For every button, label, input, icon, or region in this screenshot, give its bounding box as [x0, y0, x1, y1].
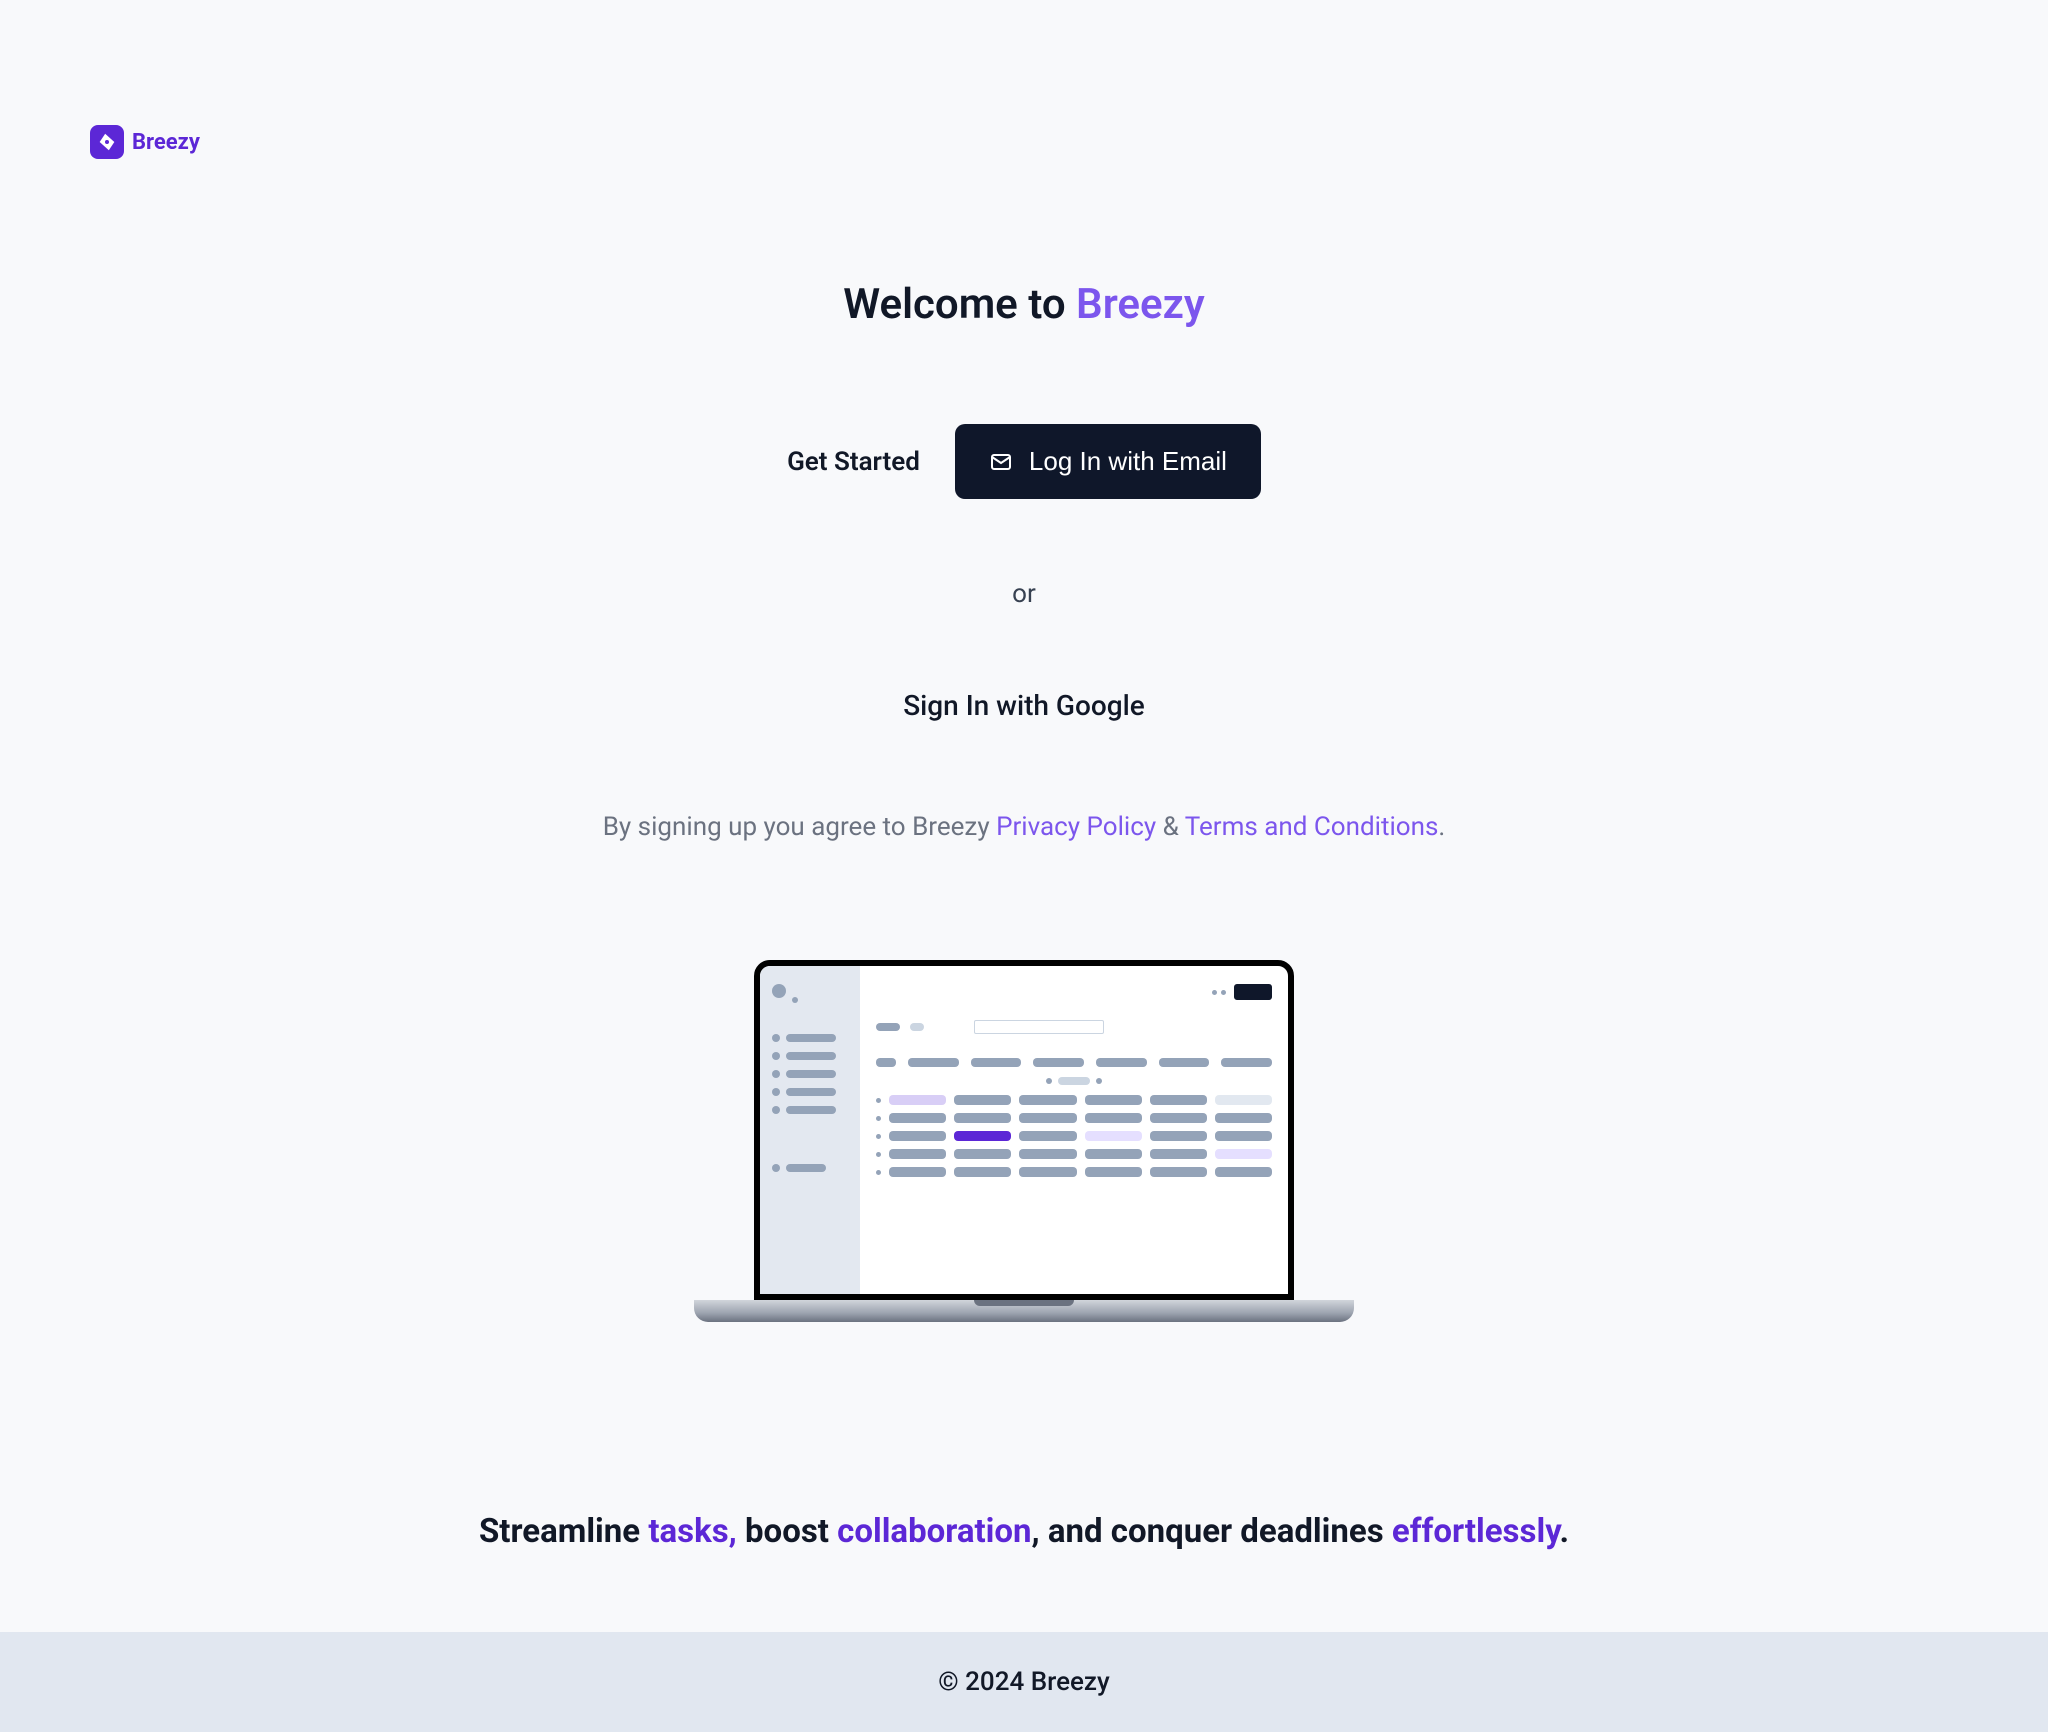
illustration-sidebar: [760, 966, 860, 1294]
terms-link[interactable]: Terms and Conditions: [1185, 812, 1439, 842]
product-illustration: [694, 960, 1354, 1340]
login-email-button[interactable]: Log In with Email: [955, 424, 1261, 499]
legal-amp: &: [1156, 812, 1185, 842]
logo[interactable]: Breezy: [90, 125, 200, 159]
auth-buttons-row: Get Started Log In with Email: [787, 424, 1261, 499]
title-brand: Breezy: [1076, 280, 1205, 329]
tagline: Streamline tasks, boost collaboration, a…: [479, 1512, 1569, 1551]
main-content: Welcome to Breezy Get Started Log In wit…: [0, 280, 2048, 842]
get-started-link[interactable]: Get Started: [787, 447, 920, 477]
laptop-screen: [754, 960, 1294, 1300]
login-email-label: Log In with Email: [1029, 446, 1227, 477]
illustration-content: [860, 966, 1288, 1294]
legal-prefix: By signing up you agree to Breezy: [603, 812, 996, 842]
page-title: Welcome to Breezy: [843, 280, 1204, 329]
or-separator: or: [1012, 579, 1036, 609]
privacy-policy-link[interactable]: Privacy Policy: [996, 812, 1156, 842]
footer: © 2024 Breezy: [0, 1632, 2048, 1732]
title-prefix: Welcome to: [843, 280, 1076, 329]
laptop-base: [694, 1300, 1354, 1322]
mail-icon: [989, 450, 1013, 474]
copyright: © 2024 Breezy: [938, 1667, 1110, 1697]
google-signin-button[interactable]: Sign In with Google: [903, 689, 1145, 722]
logo-text: Breezy: [132, 130, 200, 155]
legal-suffix: .: [1438, 812, 1445, 842]
logo-icon: [90, 125, 124, 159]
legal-text: By signing up you agree to Breezy Privac…: [603, 812, 1446, 842]
